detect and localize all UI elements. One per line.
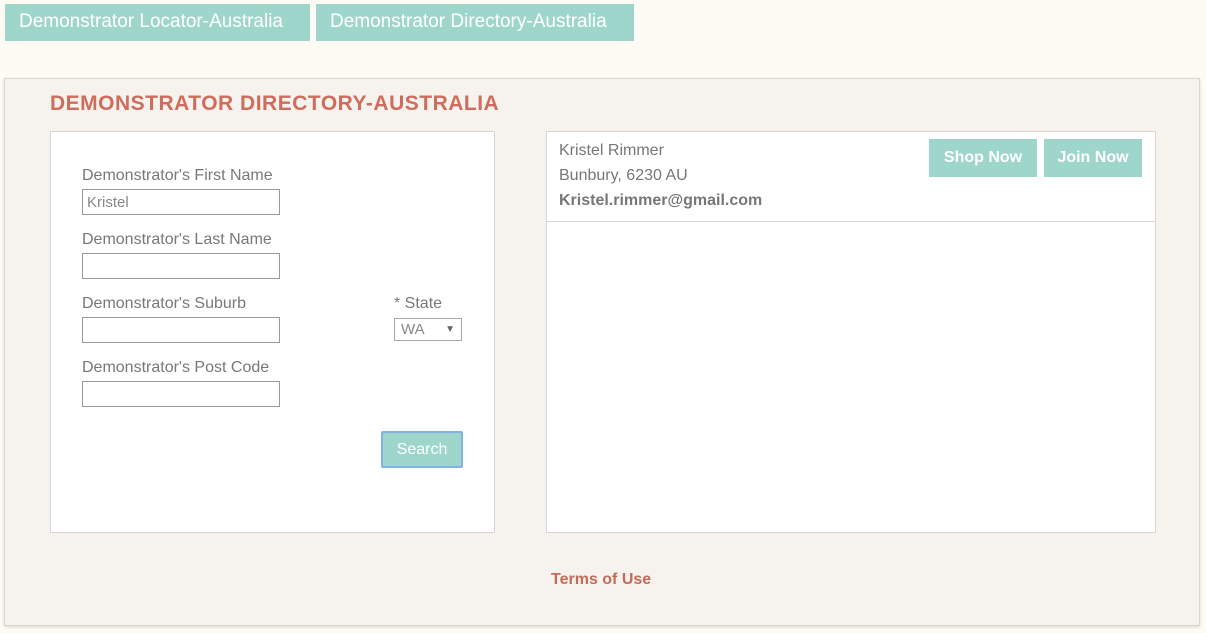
- results-panel: Kristel Rimmer Bunbury, 6230 AU Kristel.…: [546, 131, 1156, 533]
- demonstrator-name: Kristel Rimmer: [559, 142, 664, 159]
- demonstrator-location: Bunbury, 6230 AU: [559, 167, 688, 184]
- last-name-label: Demonstrator's Last Name: [82, 231, 272, 248]
- state-label: * State: [394, 295, 443, 312]
- list-item: Kristel Rimmer Bunbury, 6230 AU Kristel.…: [547, 132, 1155, 222]
- search-button[interactable]: Search: [381, 431, 463, 468]
- top-tabs: Demonstrator Locator-Australia Demonstra…: [5, 4, 634, 41]
- page-title: DEMONSTRATOR DIRECTORY-AUSTRALIA: [50, 92, 500, 115]
- suburb-input[interactable]: [82, 317, 280, 343]
- last-name-input[interactable]: [82, 253, 280, 279]
- tab-demonstrator-locator[interactable]: Demonstrator Locator-Australia: [5, 4, 310, 41]
- state-select-value: WA: [401, 321, 425, 338]
- search-form: Demonstrator's First Name Demonstrator's…: [50, 131, 495, 533]
- first-name-label: Demonstrator's First Name: [82, 167, 273, 184]
- shop-now-button[interactable]: Shop Now: [929, 139, 1037, 177]
- chevron-down-icon: ▼: [445, 324, 455, 335]
- suburb-label: Demonstrator's Suburb: [82, 295, 247, 312]
- first-name-input[interactable]: [82, 189, 280, 215]
- terms-of-use-link[interactable]: Terms of Use: [551, 571, 651, 589]
- postcode-label: Demonstrator's Post Code: [82, 359, 270, 376]
- demonstrator-email[interactable]: Kristel.rimmer@gmail.com: [559, 192, 762, 210]
- state-select[interactable]: WA ▼: [394, 318, 462, 341]
- tab-demonstrator-directory[interactable]: Demonstrator Directory-Australia: [316, 4, 634, 41]
- postcode-input[interactable]: [82, 381, 280, 407]
- join-now-button[interactable]: Join Now: [1044, 139, 1142, 177]
- directory-panel: DEMONSTRATOR DIRECTORY-AUSTRALIA Demonst…: [4, 78, 1200, 626]
